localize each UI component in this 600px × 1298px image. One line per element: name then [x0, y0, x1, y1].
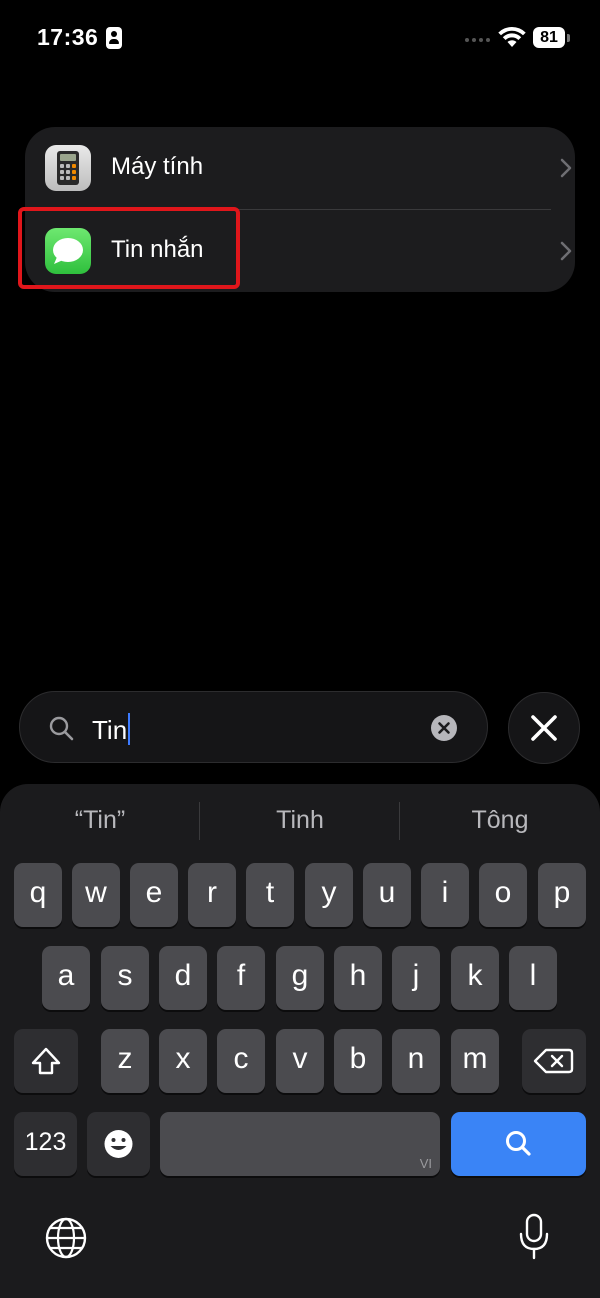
status-bar: 17:36 81 — [0, 0, 600, 78]
search-key[interactable] — [451, 1112, 586, 1176]
keyboard-language: VI — [419, 1156, 432, 1171]
result-label-calculator: Máy tính — [111, 153, 204, 180]
key-z[interactable]: z — [101, 1029, 149, 1093]
key-k[interactable]: k — [451, 946, 499, 1010]
key-q[interactable]: q — [14, 863, 62, 927]
shift-icon — [31, 1047, 61, 1075]
search-icon — [506, 1131, 531, 1156]
key-p[interactable]: p — [538, 863, 586, 927]
suggestion-2[interactable]: Tinh — [200, 806, 400, 835]
key-j[interactable]: j — [392, 946, 440, 1010]
emoji-icon — [104, 1130, 133, 1158]
key-g[interactable]: g — [276, 946, 324, 1010]
search-icon — [49, 716, 74, 741]
calculator-app-icon — [45, 145, 91, 191]
keyboard: “Tin” Tinh Tông q w e r t y u i o p a s … — [0, 784, 600, 1298]
key-a[interactable]: a — [42, 946, 90, 1010]
search-input[interactable]: Tin — [92, 713, 131, 746]
key-t[interactable]: t — [246, 863, 294, 927]
suggestion-1[interactable]: “Tin” — [0, 806, 200, 835]
key-i[interactable]: i — [421, 863, 469, 927]
chevron-right-icon — [560, 241, 572, 261]
battery-level: 81 — [533, 27, 565, 48]
key-e[interactable]: e — [130, 863, 178, 927]
result-row-messages[interactable]: Tin nhắn — [25, 210, 575, 292]
search-field[interactable]: Tin — [19, 691, 488, 763]
result-label-messages: Tin nhắn — [111, 236, 204, 263]
contact-card-icon — [106, 27, 122, 49]
key-h[interactable]: h — [334, 946, 382, 1010]
shift-key[interactable] — [14, 1029, 78, 1093]
key-b[interactable]: b — [334, 1029, 382, 1093]
globe-icon[interactable] — [44, 1216, 88, 1260]
backspace-icon — [533, 1048, 574, 1074]
key-n[interactable]: n — [392, 1029, 440, 1093]
key-d[interactable]: d — [159, 946, 207, 1010]
text-caret — [128, 713, 131, 745]
key-r[interactable]: r — [188, 863, 236, 927]
messages-app-icon — [45, 228, 91, 274]
key-u[interactable]: u — [363, 863, 411, 927]
cellular-signal-icon — [465, 38, 490, 42]
key-y[interactable]: y — [305, 863, 353, 927]
status-time: 17:36 — [37, 24, 99, 50]
emoji-key[interactable] — [87, 1112, 150, 1176]
key-l[interactable]: l — [509, 946, 557, 1010]
battery-cap — [567, 34, 570, 42]
close-icon — [531, 715, 557, 741]
close-search-button[interactable] — [508, 692, 580, 764]
wifi-icon — [498, 26, 526, 47]
result-row-calculator[interactable]: Máy tính — [25, 127, 575, 209]
key-f[interactable]: f — [217, 946, 265, 1010]
suggestion-3[interactable]: Tông — [400, 806, 600, 835]
microphone-icon[interactable] — [516, 1212, 552, 1262]
key-x[interactable]: x — [159, 1029, 207, 1093]
clear-search-button[interactable] — [431, 715, 457, 741]
key-m[interactable]: m — [451, 1029, 499, 1093]
search-input-value: Tin — [92, 715, 128, 745]
space-key[interactable]: VI — [160, 1112, 440, 1176]
clear-icon — [438, 722, 450, 734]
key-c[interactable]: c — [217, 1029, 265, 1093]
chevron-right-icon — [560, 158, 572, 178]
key-o[interactable]: o — [479, 863, 527, 927]
numbers-key[interactable]: 123 — [14, 1112, 77, 1176]
key-s[interactable]: s — [101, 946, 149, 1010]
search-results-card: Máy tính Tin nhắn — [25, 127, 575, 292]
key-v[interactable]: v — [276, 1029, 324, 1093]
key-w[interactable]: w — [72, 863, 120, 927]
suggestion-bar: “Tin” Tinh Tông — [0, 784, 600, 860]
delete-key[interactable] — [522, 1029, 586, 1093]
